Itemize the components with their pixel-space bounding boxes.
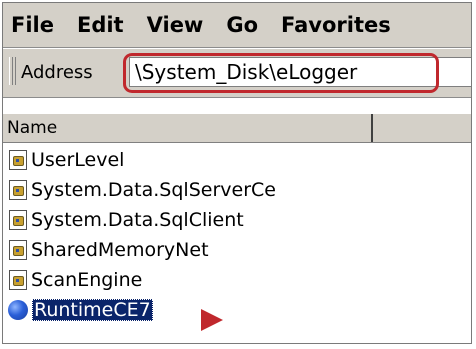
list-item[interactable]: System.Data.SqlServerCe	[3, 175, 276, 205]
address-highlight-annotation	[123, 53, 439, 93]
list-item-label: ScanEngine	[31, 269, 143, 291]
list-item[interactable]: UserLevel	[3, 145, 124, 175]
dll-file-icon	[9, 240, 27, 260]
list-item-label: UserLevel	[31, 149, 125, 171]
dll-file-icon	[9, 150, 27, 170]
address-bar: Address \System_Disk\eLogger	[3, 49, 471, 98]
dll-file-icon	[9, 210, 27, 230]
red-arrow-pointer	[201, 309, 223, 331]
menu-go[interactable]: Go	[216, 13, 271, 37]
menu-edit[interactable]: Edit	[67, 13, 137, 37]
toolbar-grip[interactable]	[9, 57, 16, 85]
list-header: Name	[3, 113, 471, 143]
explorer-window: File Edit View Go Favorites Address \Sys…	[2, 2, 472, 344]
list-item-selected[interactable]: RuntimeCE7	[3, 295, 153, 325]
column-header-name[interactable]: Name	[7, 118, 57, 138]
menu-file[interactable]: File	[3, 13, 67, 37]
list-item[interactable]: ScanEngine	[3, 265, 142, 295]
list-item-label: System.Data.SqlServerCe	[31, 179, 276, 201]
list-item-label: SharedMemoryNet	[31, 239, 209, 261]
list-item[interactable]: System.Data.SqlClient	[3, 205, 244, 235]
menu-view[interactable]: View	[137, 13, 217, 37]
menu-bar: File Edit View Go Favorites	[3, 3, 471, 48]
dll-file-icon	[9, 180, 27, 200]
list-item-label: System.Data.SqlClient	[31, 209, 244, 231]
address-label: Address	[21, 62, 93, 83]
dll-file-icon	[9, 270, 27, 290]
menu-favorites[interactable]: Favorites	[271, 13, 404, 37]
list-item[interactable]: SharedMemoryNet	[3, 235, 209, 265]
globe-icon	[8, 300, 28, 320]
list-item-label: RuntimeCE7	[32, 299, 153, 321]
column-divider[interactable]	[371, 114, 373, 142]
